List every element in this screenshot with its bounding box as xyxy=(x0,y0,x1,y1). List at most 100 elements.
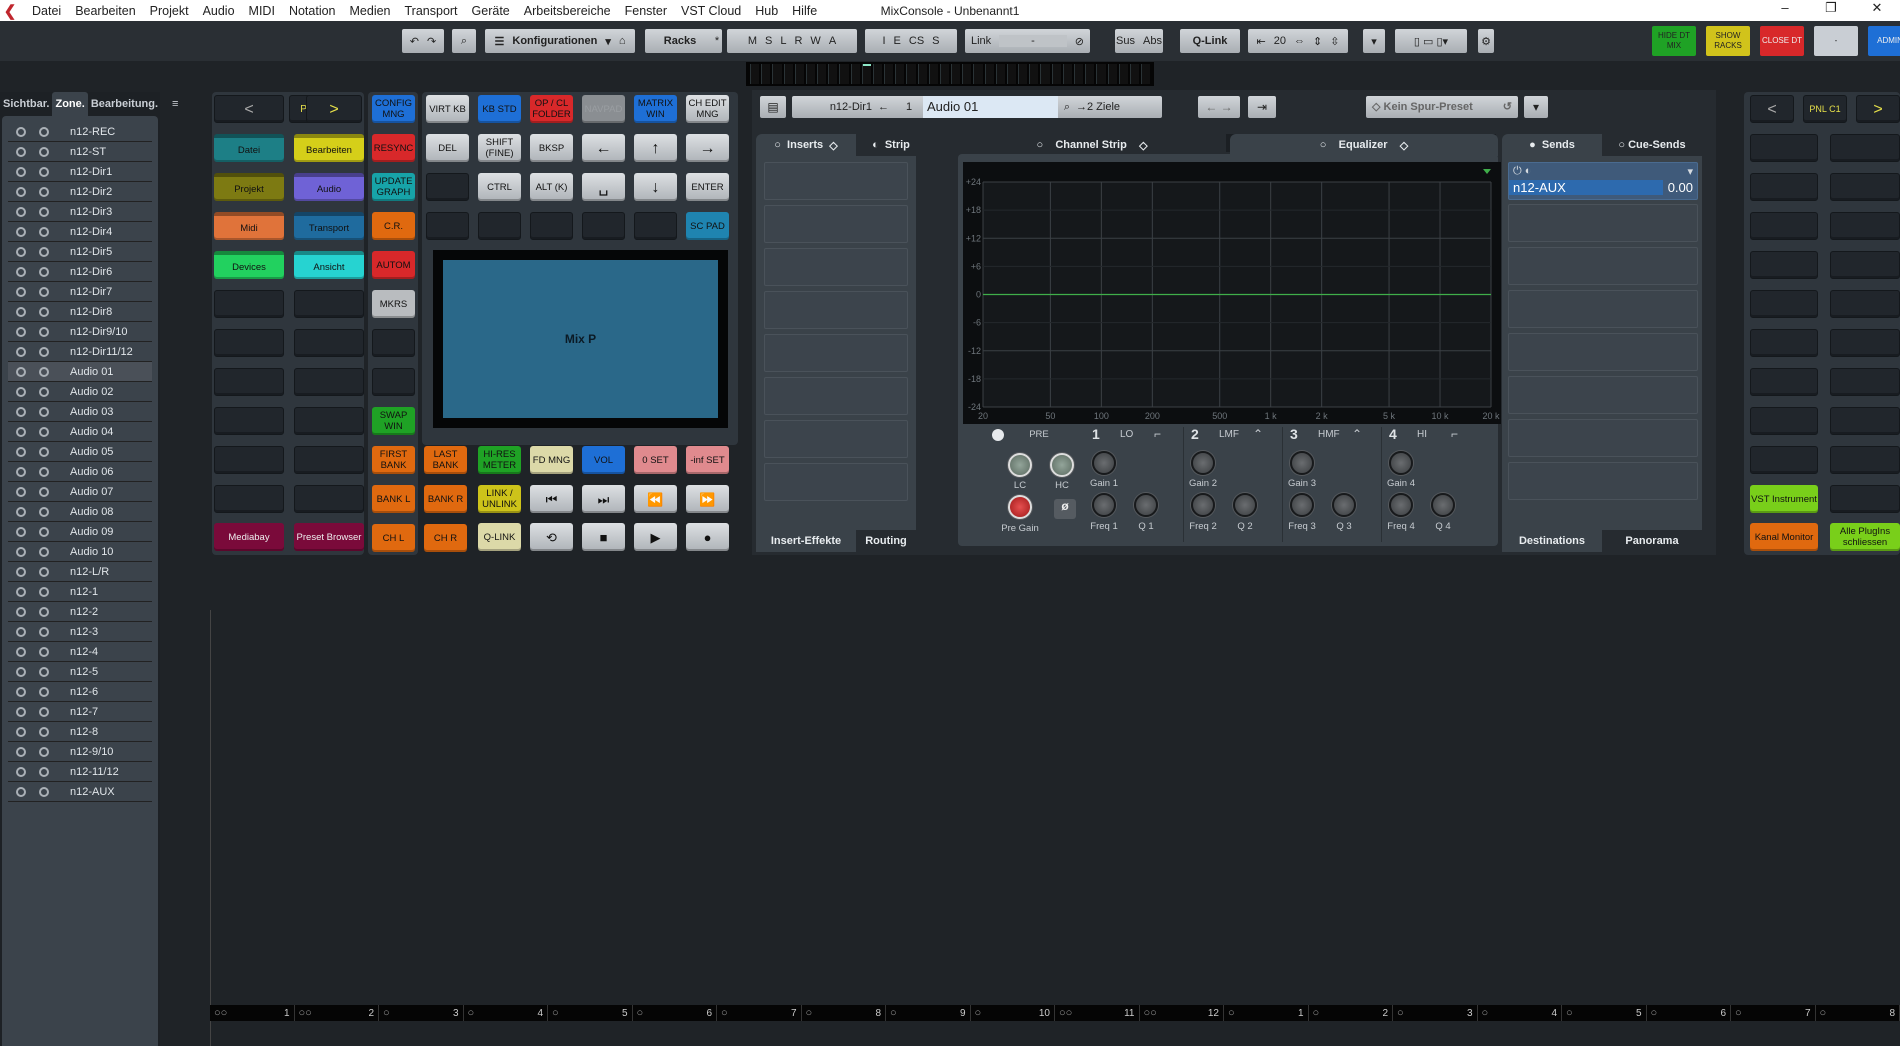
empty-slot[interactable] xyxy=(478,212,521,240)
link-unlink-button[interactable]: LINK / UNLINK xyxy=(478,485,521,513)
empty-slot[interactable] xyxy=(426,212,469,240)
channel-slot[interactable]: ○ 6 xyxy=(1647,1005,1731,1021)
zone-toggle-icon[interactable] xyxy=(39,646,49,657)
panel-a-next-button[interactable]: > xyxy=(306,95,362,123)
power-icon[interactable]: ⏻ ◐ xyxy=(1513,165,1531,178)
key-op-cl-folder[interactable]: OP / CL FOLDER xyxy=(530,95,573,123)
qlink-button[interactable]: Q-Link xyxy=(1180,29,1240,53)
key-5[interactable]: → xyxy=(686,134,729,162)
channel-slot[interactable]: ○ 9 xyxy=(886,1005,971,1021)
panel-c-prev-button[interactable]: < xyxy=(1750,95,1794,123)
empty-slot[interactable] xyxy=(214,290,284,318)
send-slot[interactable] xyxy=(1508,333,1698,371)
preset-menu-icon[interactable]: ▾ xyxy=(1524,96,1548,118)
channel-slot[interactable]: ○ 4 xyxy=(464,1005,548,1021)
empty-slot[interactable] xyxy=(372,329,415,357)
list-item[interactable]: Audio 05 xyxy=(8,442,152,462)
band-shape-icon[interactable]: ⌃ xyxy=(1253,427,1263,441)
send-slot[interactable] xyxy=(1508,376,1698,414)
empty-slot[interactable] xyxy=(1830,212,1900,240)
key-row3-0[interactable] xyxy=(426,173,469,201)
send-level[interactable]: 0.00 xyxy=(1663,180,1697,195)
visibility-toggle-icon[interactable] xyxy=(16,466,26,477)
visibility-toggle-icon[interactable] xyxy=(16,426,26,437)
tab-insert-effects[interactable]: Insert-Effekte xyxy=(756,530,856,552)
chevron-down-icon[interactable]: ▾ xyxy=(1687,165,1693,178)
visibility-toggle-icon[interactable] xyxy=(16,586,26,597)
list-item[interactable]: n12-9/10 xyxy=(8,742,152,762)
mkrs-button[interactable]: MKRS xyxy=(372,290,415,318)
insert-slot[interactable] xyxy=(764,205,908,243)
zone-toggle-icon[interactable] xyxy=(39,146,49,157)
layout-buttons[interactable]: ▯ ▭ ▯▾ xyxy=(1395,29,1467,53)
q-knob[interactable] xyxy=(1332,493,1356,517)
tab-destinations[interactable]: Destinations xyxy=(1502,530,1602,552)
minimize-icon[interactable]: – xyxy=(1762,0,1808,16)
empty-slot[interactable] xyxy=(214,329,284,357)
visibility-toggle-icon[interactable] xyxy=(16,546,26,557)
insert-slot[interactable] xyxy=(764,334,908,372)
zone-toggle-icon[interactable] xyxy=(39,766,49,777)
update-graph-button[interactable]: UPDATE GRAPH xyxy=(372,173,415,201)
eq-marker-icon[interactable] xyxy=(1483,169,1491,174)
tab-sichtbar[interactable]: Sichtbar. xyxy=(0,98,52,110)
list-item[interactable]: n12-Dir6 xyxy=(8,262,152,282)
empty-slot[interactable] xyxy=(1750,134,1818,162)
search-icon[interactable]: ⌕ xyxy=(1064,101,1070,114)
gain-knob[interactable] xyxy=(1389,451,1413,475)
visibility-toggle-icon[interactable] xyxy=(16,666,26,677)
empty-slot[interactable] xyxy=(1750,329,1818,357)
go-start-icon[interactable]: ⏮ xyxy=(530,485,573,513)
menu-item-geräte[interactable]: Geräte xyxy=(472,4,510,18)
play-icon[interactable]: ▶ xyxy=(634,523,677,551)
key-3[interactable]: ← xyxy=(582,134,625,162)
key-1[interactable]: SHIFT (FINE) xyxy=(478,134,521,162)
list-item[interactable]: n12-4 xyxy=(8,642,152,662)
channel-slot[interactable]: ○ 4 xyxy=(1478,1005,1562,1021)
zone-toggle-icon[interactable] xyxy=(39,466,49,477)
filter-L[interactable]: L xyxy=(780,35,786,47)
list-item[interactable]: n12-Dir11/12 xyxy=(8,342,152,362)
close-icon[interactable]: ✕ xyxy=(1854,0,1900,16)
mix-display[interactable]: Mix P xyxy=(433,250,728,428)
tab-cue-sends[interactable]: ○ Cue-Sends xyxy=(1602,134,1702,156)
q-knob[interactable] xyxy=(1431,493,1455,517)
empty-slot[interactable] xyxy=(214,407,284,435)
zero-set-button[interactable]: 0 SET xyxy=(634,446,677,474)
hi-res-meter-button[interactable]: HI-RES METER xyxy=(478,446,521,474)
link-select[interactable]: - xyxy=(999,35,1067,47)
bank-button-5[interactable]: CH R xyxy=(424,524,467,552)
key-ch-edit-mng[interactable]: CH EDIT MNG xyxy=(686,95,729,123)
zone-toggle-icon[interactable] xyxy=(39,786,49,797)
send-destination[interactable]: n12-AUX xyxy=(1509,180,1663,195)
key-navpad[interactable]: NAVPAD xyxy=(582,95,625,123)
sc-pad-button[interactable]: SC PAD xyxy=(686,212,729,240)
visibility-toggle-icon[interactable] xyxy=(16,486,26,497)
tab-sends[interactable]: ● Sends xyxy=(1502,134,1602,156)
swap-win-button[interactable]: SWAP WIN xyxy=(372,407,415,435)
sus-button[interactable]: Sus xyxy=(1116,35,1135,47)
list-item[interactable]: n12-3 xyxy=(8,622,152,642)
racks-options[interactable]: * xyxy=(712,29,722,53)
configurations-dropdown[interactable]: ☰ Konfigurationen ▾ ⌂ xyxy=(485,29,635,53)
pre-gain-knob[interactable] xyxy=(1008,495,1032,519)
zone-toggle-icon[interactable] xyxy=(39,546,49,557)
tab-zone[interactable]: Zone. xyxy=(52,92,88,116)
empty-slot[interactable] xyxy=(294,368,364,396)
menu-item-arbeitsbereiche[interactable]: Arbeitsbereiche xyxy=(524,4,611,18)
list-item[interactable]: Audio 04 xyxy=(8,422,152,442)
fd-mng-button[interactable]: FD MNG xyxy=(530,446,573,474)
list-item[interactable]: n12-Dir7 xyxy=(8,282,152,302)
gain-knob[interactable] xyxy=(1290,451,1314,475)
visibility-toggle-icon[interactable] xyxy=(16,766,26,777)
zone-toggle-icon[interactable] xyxy=(39,326,49,337)
empty-slot[interactable] xyxy=(1830,134,1900,162)
toolbar-color-button-0[interactable]: HIDE DT MIX xyxy=(1652,26,1696,56)
channel-slot[interactable]: ○○ 11 xyxy=(1055,1005,1140,1021)
maximize-icon[interactable]: ❐ xyxy=(1808,0,1854,16)
rewind-icon[interactable]: ⏪ xyxy=(634,485,677,513)
empty-slot[interactable] xyxy=(294,446,364,474)
freq-knob[interactable] xyxy=(1191,493,1215,517)
insert-slot[interactable] xyxy=(764,248,908,286)
channel-slot[interactable]: ○ 3 xyxy=(1393,1005,1478,1021)
